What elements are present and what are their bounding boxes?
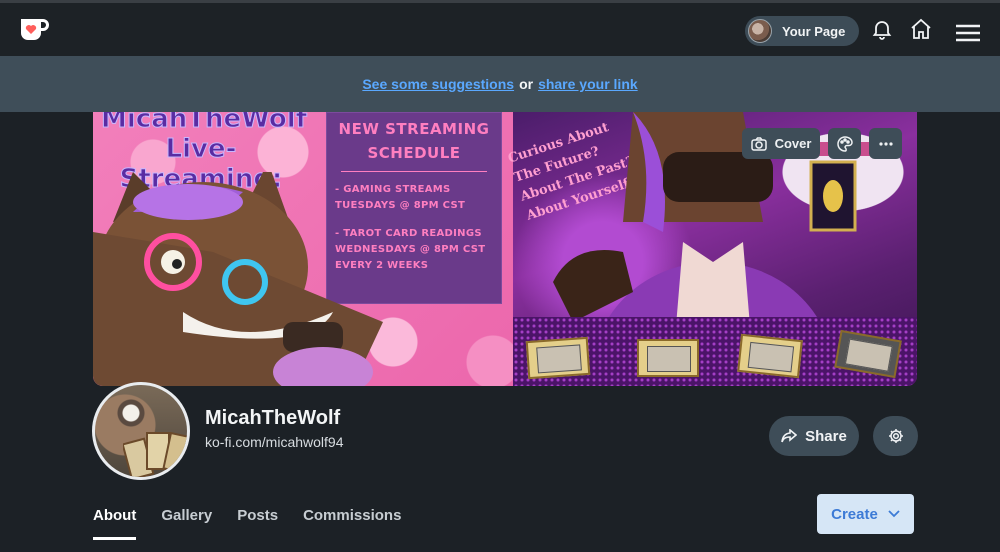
more-options-button[interactable]: [869, 128, 902, 159]
camera-icon: [750, 136, 767, 151]
suggestion-bar: See some suggestions or share your link: [0, 56, 1000, 112]
profile-name: MicahTheWolf: [205, 407, 341, 429]
chevron-down-icon: [888, 510, 900, 518]
table-cloth: [513, 317, 917, 386]
tarot-deck: [834, 329, 902, 379]
profile-url[interactable]: ko-fi.com/micahwolf94: [205, 434, 344, 450]
profile-avatar[interactable]: [92, 382, 190, 480]
cover-button-label: Cover: [774, 136, 812, 151]
bell-icon[interactable]: [870, 17, 894, 41]
more-icon: [878, 141, 893, 146]
see-suggestions-link[interactable]: See some suggestions: [362, 76, 514, 92]
avatar-tarot-cards: [123, 431, 187, 477]
palette-button[interactable]: [828, 128, 861, 159]
tab-posts[interactable]: Posts: [237, 504, 278, 540]
palette-icon: [836, 135, 853, 152]
wolf-illustration: [93, 172, 383, 386]
share-button[interactable]: Share: [769, 416, 859, 456]
settings-button[interactable]: [873, 416, 918, 456]
gear-icon: [888, 429, 903, 443]
avatar-thumbnail: [748, 19, 772, 43]
tab-commissions[interactable]: Commissions: [303, 504, 401, 540]
tarot-card: [637, 339, 699, 377]
create-button[interactable]: Create: [817, 494, 914, 534]
cover-button[interactable]: Cover: [742, 128, 820, 159]
home-icon[interactable]: [909, 17, 933, 41]
schedule-heading: NEW STREAMING SCHEDULE: [338, 120, 490, 162]
or-text: or: [519, 76, 534, 92]
profile-tabs: About Gallery Posts Commissions: [93, 504, 426, 540]
top-navigation: Your Page: [0, 0, 1000, 56]
share-button-label: Share: [805, 427, 847, 445]
share-link-link[interactable]: share your link: [538, 76, 638, 92]
kofi-logo-icon[interactable]: [18, 15, 50, 43]
share-icon: [781, 429, 798, 443]
your-page-label: Your Page: [782, 23, 846, 39]
your-page-button[interactable]: Your Page: [745, 16, 859, 46]
cover-controls: Cover: [742, 128, 902, 159]
tab-gallery[interactable]: Gallery: [161, 504, 212, 540]
tarot-card: [525, 336, 591, 380]
tab-about[interactable]: About: [93, 504, 137, 540]
tarot-card: [737, 333, 803, 379]
create-button-label: Create: [831, 505, 878, 523]
hamburger-menu-icon[interactable]: [956, 21, 980, 45]
cover-left-panel: MicahTheWolf Live-Streaming: NEW STREAMI…: [93, 112, 513, 386]
